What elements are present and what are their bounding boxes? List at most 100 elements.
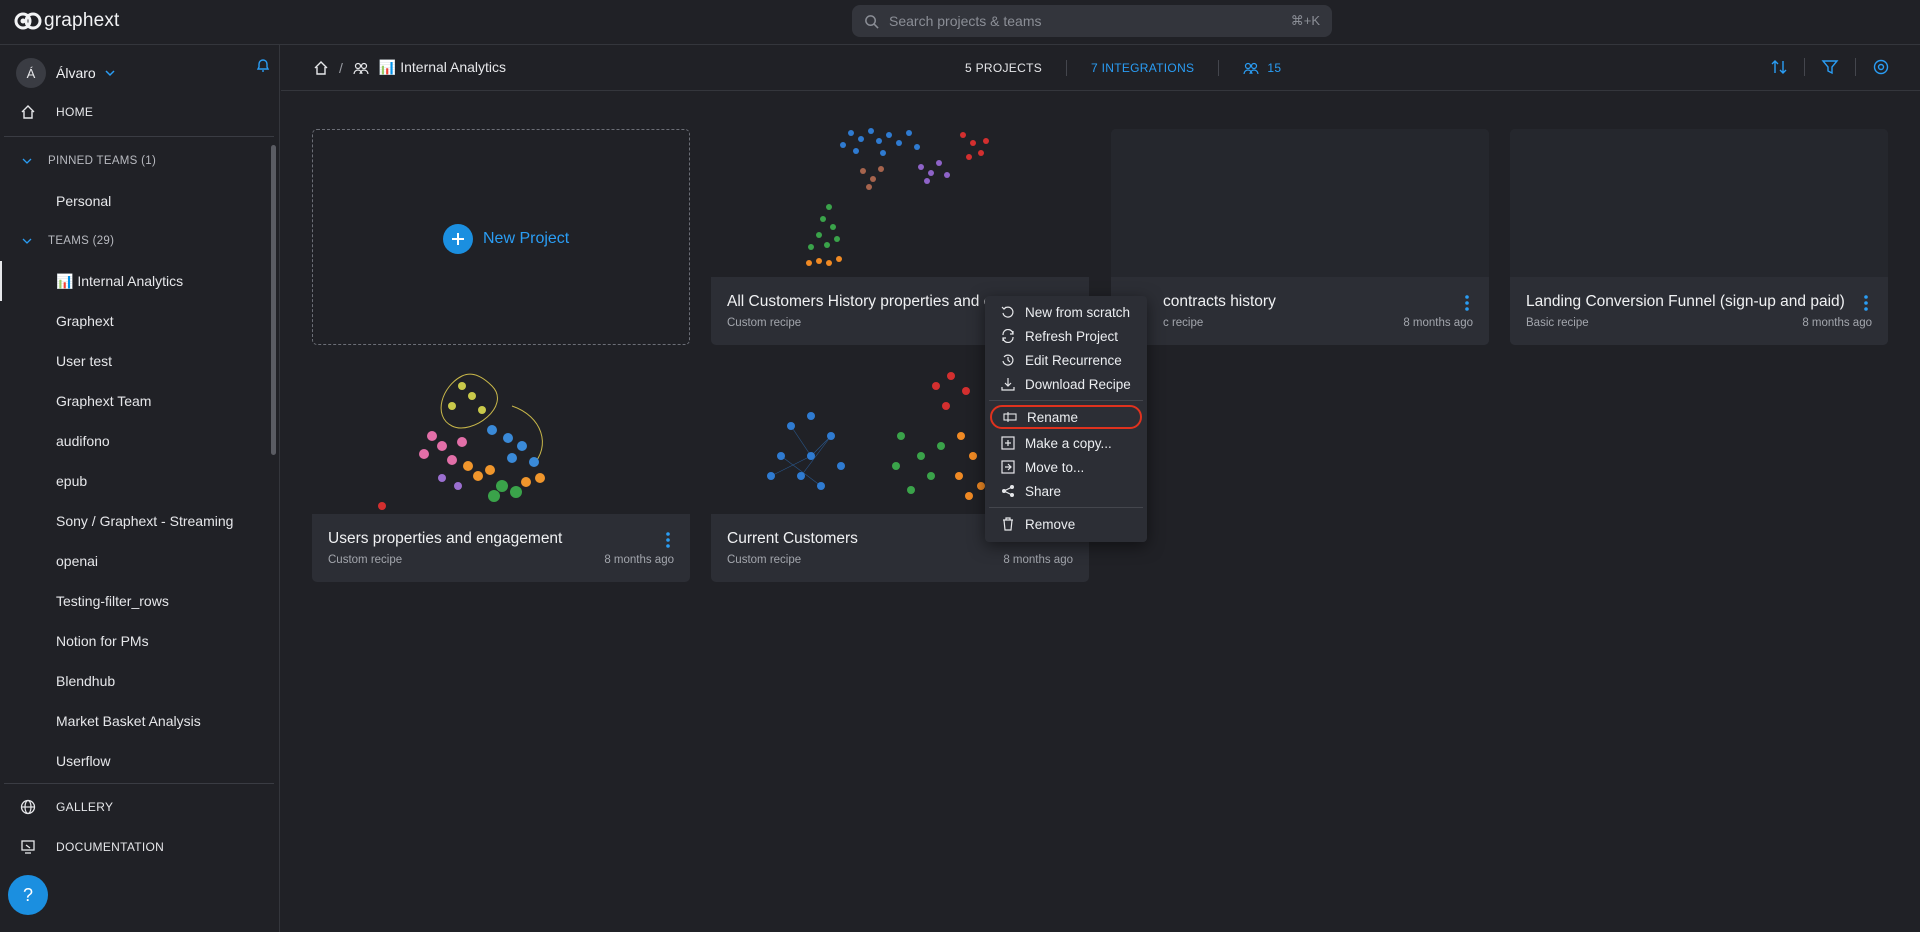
more-vertical-icon[interactable] xyxy=(666,532,670,548)
divider xyxy=(1855,58,1856,76)
nav-home-label: HOME xyxy=(56,105,94,119)
share-icon xyxy=(1002,485,1014,497)
sidebar-item-personal[interactable]: Personal xyxy=(0,181,270,221)
divider xyxy=(4,783,274,784)
project-time: 8 months ago xyxy=(1802,317,1872,329)
project-time: 8 months ago xyxy=(1003,554,1073,566)
sidebar-item-epub[interactable]: epub xyxy=(0,461,270,501)
project-card[interactable]: Landing Conversion Funnel (sign-up and p… xyxy=(1510,129,1888,345)
team-stats: 5 PROJECTS 7 INTEGRATIONS 15 xyxy=(941,60,1305,76)
project-info: Landing Conversion Funnel (sign-up and p… xyxy=(1510,277,1888,345)
nav-home[interactable]: HOME xyxy=(0,92,276,132)
project-title[interactable]: All Customers History properties and eng… xyxy=(727,293,997,311)
team-icon xyxy=(353,62,369,74)
menu-item-refresh[interactable]: Refresh Project xyxy=(985,324,1147,348)
members-button[interactable]: 15 xyxy=(1219,61,1305,75)
sidebar-item-graphext-team[interactable]: Graphext Team xyxy=(0,381,270,421)
divider xyxy=(1804,58,1805,76)
user-menu[interactable]: Á Álvaro xyxy=(16,53,266,93)
projects-count[interactable]: 5 PROJECTS xyxy=(941,61,1066,75)
menu-item-new-from-scratch[interactable]: New from scratch xyxy=(985,300,1147,324)
filter-icon[interactable] xyxy=(1821,58,1839,76)
home-icon[interactable] xyxy=(313,60,329,76)
more-vertical-icon[interactable] xyxy=(1465,295,1469,311)
sidebar: Á Álvaro HOME PINNED TEAMS (1) Personal … xyxy=(0,45,280,932)
pinned-teams-toggle[interactable]: PINNED TEAMS (1) xyxy=(0,141,270,181)
menu-item-download-recipe[interactable]: Download Recipe xyxy=(985,372,1147,396)
documentation-icon xyxy=(21,840,35,854)
sidebar-item-audifono[interactable]: audifono xyxy=(0,421,270,461)
members-count: 15 xyxy=(1267,61,1282,75)
sidebar-item-market-basket-analysis[interactable]: Market Basket Analysis xyxy=(0,701,270,741)
project-thumbnail xyxy=(1510,129,1888,277)
teams-toggle[interactable]: TEAMS (29) xyxy=(0,221,270,261)
sidebar-item-testing-filter-rows[interactable]: Testing-filter_rows xyxy=(0,581,270,621)
divider xyxy=(989,400,1143,401)
bell-icon[interactable] xyxy=(255,57,271,73)
project-context-menu: New from scratch Refresh Project Edit Re… xyxy=(985,296,1147,542)
chevron-down-icon xyxy=(105,70,115,77)
menu-item-move-to[interactable]: Move to... xyxy=(985,455,1147,479)
teams-header: TEAMS (29) xyxy=(48,235,115,247)
more-vertical-icon[interactable] xyxy=(1864,295,1868,311)
project-recipe: Custom recipe xyxy=(328,554,403,566)
plus-icon xyxy=(443,224,473,254)
menu-label: Edit Recurrence xyxy=(1025,352,1122,368)
project-card[interactable]: contracts history c recipe 8 months ago xyxy=(1111,129,1489,345)
project-time: 8 months ago xyxy=(1403,317,1473,329)
project-recipe: Custom recipe xyxy=(727,317,802,329)
menu-item-edit-recurrence[interactable]: Edit Recurrence xyxy=(985,348,1147,372)
globe-icon xyxy=(20,799,36,815)
new-project-label: New Project xyxy=(483,230,570,247)
sidebar-item-user-test[interactable]: User test xyxy=(0,341,270,381)
new-project-card[interactable]: New Project xyxy=(312,129,690,345)
search-shortcut: ⌘+K xyxy=(1290,13,1320,28)
sidebar-item-graphext[interactable]: Graphext xyxy=(0,301,270,341)
sort-icon[interactable] xyxy=(1770,58,1788,76)
graphext-logo-icon xyxy=(14,12,42,30)
project-title[interactable]: Landing Conversion Funnel (sign-up and p… xyxy=(1526,293,1856,311)
sidebar-scrollbar[interactable] xyxy=(271,145,276,455)
sidebar-item-internal-analytics[interactable]: 📊 Internal Analytics xyxy=(0,261,270,301)
chevron-down-icon xyxy=(22,238,32,244)
menu-item-rename[interactable]: Rename xyxy=(990,405,1142,429)
divider xyxy=(4,136,274,137)
download-icon xyxy=(1001,378,1015,391)
copy-icon xyxy=(1001,436,1015,450)
search-icon xyxy=(865,14,879,29)
history-icon xyxy=(1002,354,1014,366)
sidebar-item-userflow[interactable]: Userflow xyxy=(0,741,270,781)
users-icon xyxy=(1243,62,1259,75)
menu-label: New from scratch xyxy=(1025,304,1131,320)
refresh-icon xyxy=(1002,329,1014,343)
divider xyxy=(989,507,1143,508)
graphext-logo[interactable]: graphext xyxy=(14,10,120,32)
project-card[interactable]: Users properties and engagement Custom r… xyxy=(312,366,690,582)
help-button[interactable]: ? xyxy=(8,875,48,915)
nav-documentation[interactable]: DOCUMENTATION xyxy=(0,827,276,867)
project-info: Users properties and engagement Custom r… xyxy=(312,514,690,582)
search-bar[interactable]: Search projects & teams ⌘+K xyxy=(852,5,1332,37)
avatar: Á xyxy=(16,58,46,88)
toolbar xyxy=(1770,58,1890,76)
sidebar-item-notion-for-pms[interactable]: Notion for PMs xyxy=(0,621,270,661)
project-title[interactable]: contracts history xyxy=(1127,293,1473,311)
project-thumbnail xyxy=(806,128,989,266)
nav-gallery-label: GALLERY xyxy=(56,800,114,814)
integrations-link[interactable]: 7 INTEGRATIONS xyxy=(1067,61,1218,75)
menu-item-remove[interactable]: Remove xyxy=(985,512,1147,536)
search-placeholder: Search projects & teams xyxy=(889,13,1042,29)
menu-item-make-copy[interactable]: Make a copy... xyxy=(985,431,1147,455)
new-project-button[interactable]: New Project xyxy=(443,224,569,254)
menu-item-share[interactable]: Share xyxy=(985,479,1147,503)
project-recipe: Custom recipe xyxy=(727,554,802,566)
project-title[interactable]: Users properties and engagement xyxy=(328,530,674,548)
breadcrumb-team[interactable]: 📊 Internal Analytics xyxy=(379,59,506,76)
gear-icon[interactable] xyxy=(1872,58,1890,76)
menu-label: Make a copy... xyxy=(1025,435,1112,451)
sidebar-item-blendhub[interactable]: Blendhub xyxy=(0,661,270,701)
top-bar: graphext Search projects & teams ⌘+K xyxy=(0,0,1920,45)
nav-gallery[interactable]: GALLERY xyxy=(0,787,276,827)
sidebar-item-sony-streaming[interactable]: Sony / Graphext - Streaming xyxy=(0,501,270,541)
sidebar-item-openai[interactable]: openai xyxy=(0,541,270,581)
